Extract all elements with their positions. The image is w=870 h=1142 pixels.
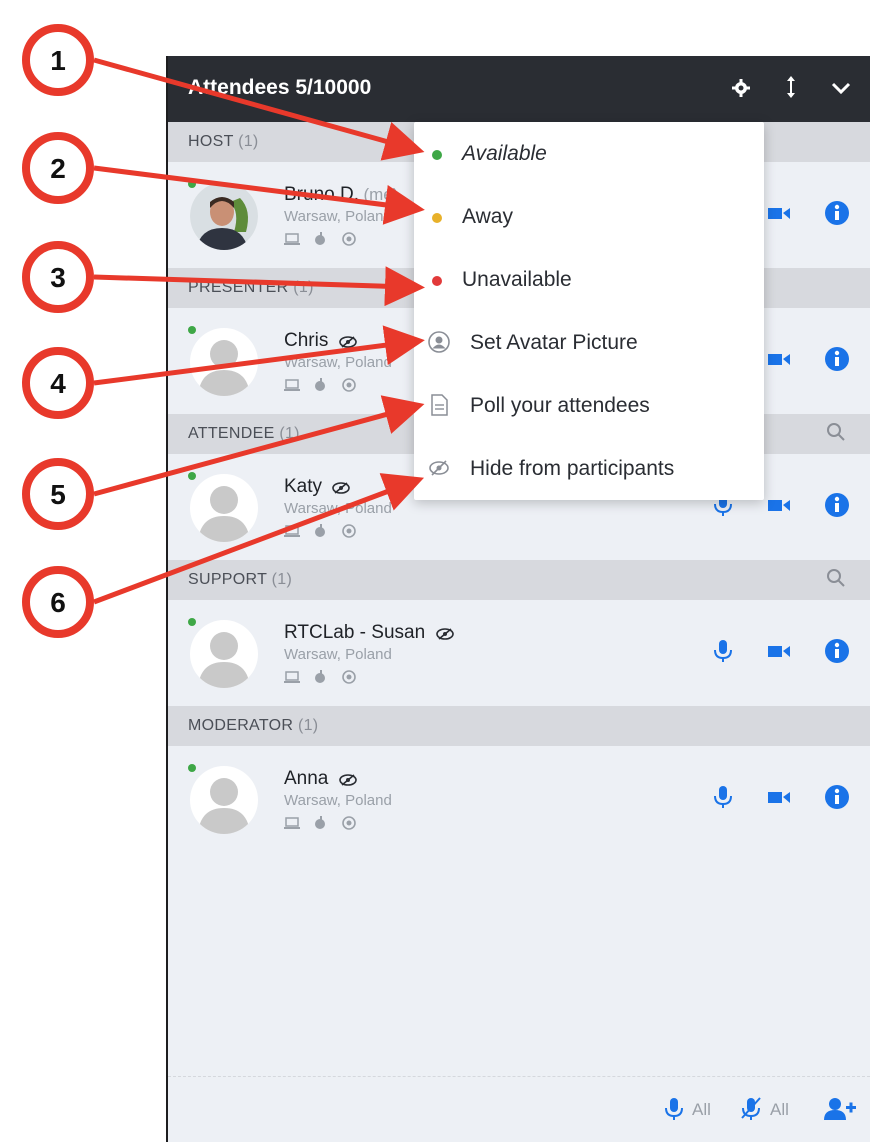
callout-3: 3 [22, 241, 94, 313]
callout-1: 1 [22, 24, 94, 96]
callout-arrow-6 [93, 473, 425, 605]
callout-arrow-3 [93, 266, 425, 307]
callout-2: 2 [22, 132, 94, 204]
callout-arrow-1 [93, 57, 425, 161]
callout-arrow-2 [93, 165, 425, 225]
callout-arrow-5 [93, 395, 425, 497]
callout-arrows [93, 57, 425, 605]
callout-arrow-4 [93, 325, 425, 386]
callout-5: 5 [22, 458, 94, 530]
callout-4: 4 [22, 347, 94, 419]
callout-6: 6 [22, 566, 94, 638]
